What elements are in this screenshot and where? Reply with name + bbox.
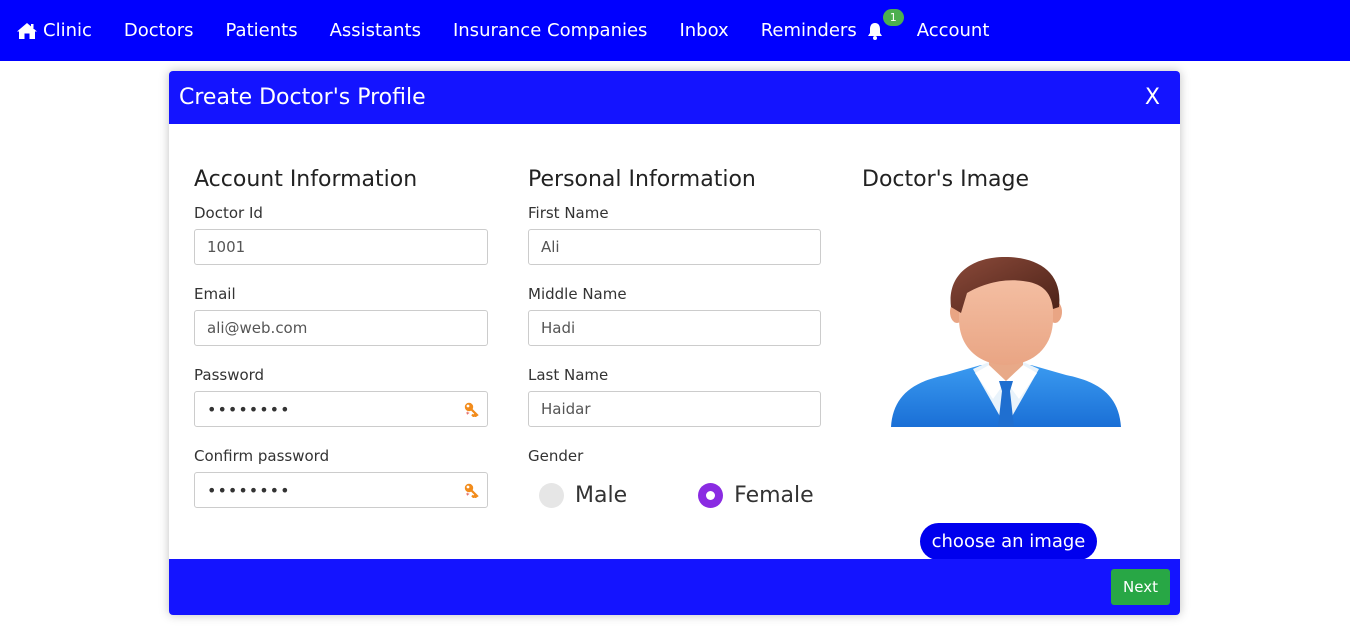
bell-icon-wrap: 1 bbox=[865, 8, 904, 41]
nav-insurance-label: Insurance Companies bbox=[452, 20, 648, 41]
email-input-box[interactable] bbox=[194, 310, 488, 346]
doctor-id-input[interactable] bbox=[207, 238, 445, 256]
first-name-field: First Name bbox=[528, 204, 821, 265]
key-icon[interactable]: * bbox=[463, 482, 479, 498]
modal-header: Create Doctor's Profile X bbox=[169, 71, 1180, 124]
next-button[interactable]: Next bbox=[1111, 569, 1170, 605]
doctor-id-field: Doctor Id bbox=[194, 204, 488, 265]
nav-home[interactable]: Clinic bbox=[16, 20, 92, 41]
gender-label: Gender bbox=[528, 447, 584, 465]
confirm-password-value: •••••••• bbox=[207, 480, 291, 500]
nav-reminders-label: Reminders bbox=[760, 20, 857, 41]
male-radio-circle[interactable] bbox=[539, 483, 564, 508]
email-label: Email bbox=[194, 285, 236, 303]
key-icon[interactable]: * bbox=[463, 401, 479, 417]
gender-radio-group: Male Female bbox=[528, 483, 821, 508]
personal-information-section: Personal Information First Name Middle N… bbox=[528, 167, 821, 508]
middle-name-label: Middle Name bbox=[528, 285, 627, 303]
confirm-password-label: Confirm password bbox=[194, 447, 330, 465]
nav-account-label: Account bbox=[916, 20, 990, 41]
reminders-count-badge: 1 bbox=[882, 8, 904, 26]
doctor-avatar-image bbox=[891, 257, 1121, 427]
last-name-label: Last Name bbox=[528, 366, 609, 384]
svg-text:*: * bbox=[466, 411, 470, 418]
modal-body: Account Information Doctor Id Email Pass… bbox=[169, 124, 1180, 560]
create-doctor-modal: Create Doctor's Profile X Account Inform… bbox=[169, 71, 1180, 615]
doctor-id-label: Doctor Id bbox=[194, 204, 263, 222]
female-radio-label: Female bbox=[734, 483, 814, 508]
personal-section-title: Personal Information bbox=[528, 167, 756, 192]
middle-name-field: Middle Name bbox=[528, 285, 821, 346]
home-icon bbox=[17, 22, 37, 39]
confirm-password-input[interactable]: •••••••• * bbox=[194, 472, 488, 508]
gender-male-radio[interactable]: Male bbox=[528, 483, 627, 508]
last-name-input[interactable] bbox=[541, 400, 779, 418]
first-name-label: First Name bbox=[528, 204, 609, 222]
last-name-input-box[interactable] bbox=[528, 391, 821, 427]
confirm-password-field: Confirm password •••••••• * bbox=[194, 447, 488, 508]
account-information-section: Account Information Doctor Id Email Pass… bbox=[194, 167, 488, 528]
nav-assistants[interactable]: Assistants bbox=[330, 20, 421, 41]
doctor-image-section: Doctor's Image choose an image bbox=[862, 167, 1162, 587]
first-name-input-box[interactable] bbox=[528, 229, 821, 265]
image-section-title: Doctor's Image bbox=[862, 167, 1030, 192]
nav-patients-label: Patients bbox=[225, 20, 298, 41]
nav-doctors-label: Doctors bbox=[123, 20, 194, 41]
password-input[interactable]: •••••••• * bbox=[194, 391, 488, 427]
nav-insurance-companies[interactable]: Insurance Companies bbox=[453, 20, 647, 41]
modal-title: Create Doctor's Profile bbox=[179, 85, 426, 110]
nav-inbox[interactable]: Inbox bbox=[679, 20, 728, 41]
male-radio-label: Male bbox=[575, 483, 628, 508]
nav-account[interactable]: Account bbox=[917, 20, 990, 41]
top-navbar: Clinic Doctors Patients Assistants Insur… bbox=[0, 0, 1350, 61]
last-name-field: Last Name bbox=[528, 366, 821, 427]
modal-footer: Next bbox=[169, 559, 1180, 615]
first-name-input[interactable] bbox=[541, 238, 779, 256]
svg-text:*: * bbox=[466, 492, 470, 499]
middle-name-input-box[interactable] bbox=[528, 310, 821, 346]
gender-female-radio[interactable]: Female bbox=[687, 483, 814, 508]
nav-doctors[interactable]: Doctors bbox=[124, 20, 194, 41]
bell-icon bbox=[867, 22, 882, 40]
close-button[interactable]: X bbox=[1145, 85, 1160, 110]
password-label: Password bbox=[194, 366, 265, 384]
doctor-id-input-box[interactable] bbox=[194, 229, 488, 265]
password-value: •••••••• bbox=[207, 399, 291, 419]
middle-name-input[interactable] bbox=[541, 319, 779, 337]
nav-patients[interactable]: Patients bbox=[226, 20, 298, 41]
nav-brand-label: Clinic bbox=[43, 20, 92, 41]
email-input[interactable] bbox=[207, 319, 445, 337]
choose-image-button[interactable]: choose an image bbox=[920, 523, 1097, 560]
nav-reminders[interactable]: Reminders 1 bbox=[760, 8, 904, 41]
gender-field: Gender Male Female bbox=[528, 447, 821, 508]
email-field: Email bbox=[194, 285, 488, 346]
account-section-title: Account Information bbox=[194, 167, 418, 192]
nav-inbox-label: Inbox bbox=[679, 20, 729, 41]
password-field: Password •••••••• * bbox=[194, 366, 488, 427]
nav-assistants-label: Assistants bbox=[329, 20, 421, 41]
female-radio-circle[interactable] bbox=[698, 483, 724, 508]
